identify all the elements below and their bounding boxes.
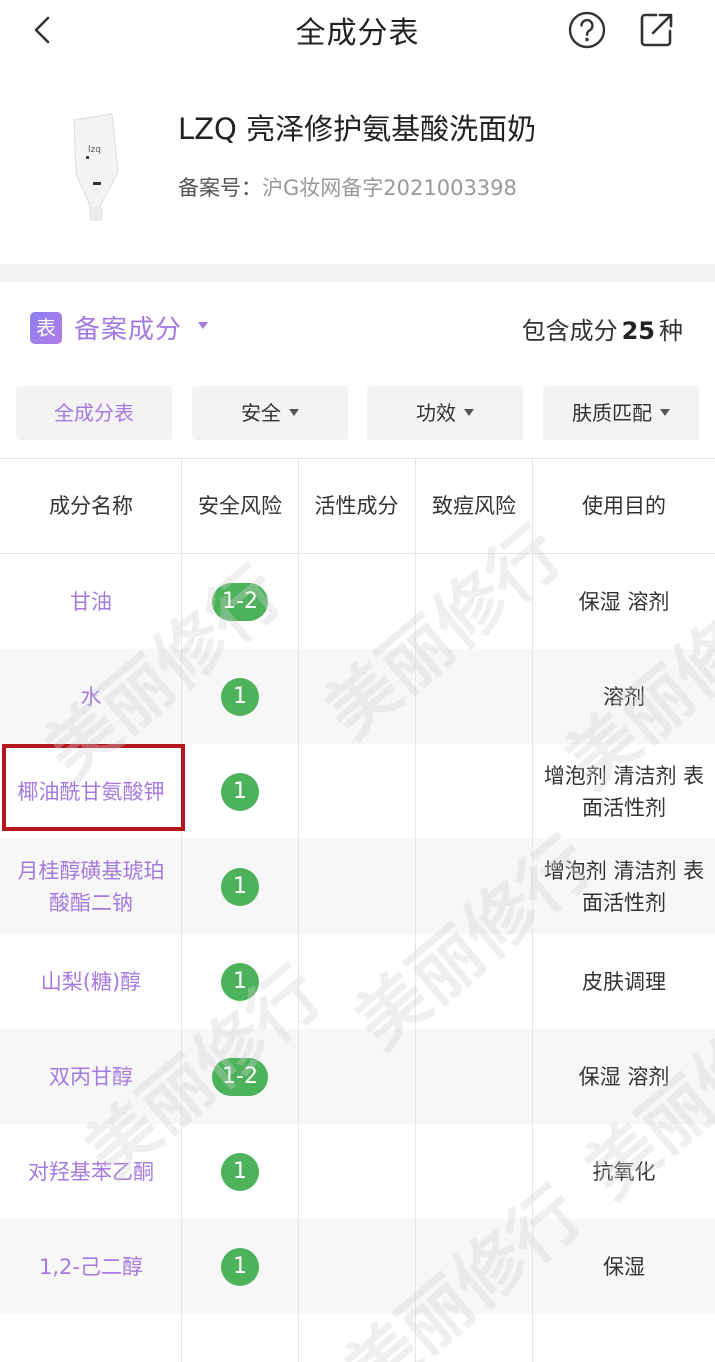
tab-label: 全成分表 — [54, 401, 134, 425]
ingredient-name[interactable]: 1,2-己二醇 — [0, 1219, 182, 1314]
safety-badge: 1-2 — [212, 582, 268, 621]
table-row: 甘油 1-2 保湿 溶剂 — [0, 554, 715, 649]
ingredient-purpose: 增泡剂 清洁剂 表面活性剂 — [543, 858, 705, 915]
header-purpose: 使用目的 — [582, 494, 666, 518]
table-row: 双丙甘醇 1-2 保湿 溶剂 — [0, 1029, 715, 1124]
safety-badge: 1 — [221, 772, 259, 811]
nav-bar: 全成分表 — [0, 0, 715, 60]
column-divider — [532, 458, 533, 1362]
chevron-down-icon — [464, 409, 474, 416]
registration-value: 沪G妆网备字2021003398 — [262, 176, 517, 200]
column-divider — [181, 458, 182, 1362]
safety-badge: 1-2 — [212, 1057, 268, 1096]
tab-safety[interactable]: 安全 — [192, 386, 348, 440]
ingredient-name[interactable]: 双丙甘醇 — [0, 1029, 182, 1124]
ingredient-name[interactable]: 山梨(糖)醇 — [0, 934, 182, 1029]
page-title: 全成分表 — [295, 16, 420, 51]
table-badge-icon: 表 — [30, 312, 62, 344]
ingredient-source-dropdown[interactable]: 备案成分 — [74, 309, 182, 346]
chevron-down-icon — [660, 409, 670, 416]
count-suffix: 种 — [659, 317, 683, 345]
ingredient-name[interactable]: 对羟基苯乙酮 — [0, 1124, 182, 1219]
table-row: 对羟基苯乙酮 1 抗氧化 — [0, 1124, 715, 1219]
ingredient-name[interactable]: 水 — [0, 649, 182, 744]
help-icon[interactable] — [567, 10, 607, 50]
tab-label: 功效 — [416, 401, 456, 425]
product-tube-label: lzq — [88, 145, 101, 155]
header-acne-risk: 致痘风险 — [432, 494, 516, 518]
filter-tabs: 全成分表 安全 功效 肤质匹配 — [16, 386, 700, 442]
ingredient-count: 包含成分 25 种 — [522, 311, 683, 346]
dropdown-caret-icon[interactable] — [198, 322, 208, 329]
tab-skin-type[interactable]: 肤质匹配 — [543, 386, 699, 440]
safety-badge: 1 — [221, 677, 259, 716]
registration-number: 备案号：沪G妆网备字2021003398 — [178, 172, 517, 202]
ingredient-name[interactable]: 甘油 — [0, 554, 182, 649]
ingredient-table: 成分名称 安全风险 活性成分 致痘风险 使用目的 甘油 1-2 保湿 溶剂 水 … — [0, 458, 715, 1362]
tab-efficacy[interactable]: 功效 — [367, 386, 523, 440]
safety-badge: 1 — [221, 1152, 259, 1191]
column-divider — [415, 458, 416, 1362]
table-row: 水 1 溶剂 — [0, 649, 715, 744]
ingredient-name[interactable]: 月桂醇磺基琥珀酸酯二钠 — [0, 839, 182, 934]
header-safety-risk: 安全风险 — [198, 494, 282, 518]
tab-label: 肤质匹配 — [572, 401, 652, 425]
header-ingredient-name: 成分名称 — [49, 494, 133, 518]
ingredient-purpose: 皮肤调理 — [582, 969, 666, 994]
ingredient-purpose: 溶剂 — [603, 684, 645, 709]
table-row: 1,2-己二醇 1 保湿 — [0, 1219, 715, 1314]
section-divider — [0, 264, 715, 282]
column-divider — [298, 458, 299, 1362]
registration-label: 备案号： — [178, 176, 262, 200]
chevron-down-icon — [289, 409, 299, 416]
safety-badge: 1 — [221, 867, 259, 906]
share-icon[interactable] — [636, 8, 676, 50]
ingredient-purpose: 保湿 — [603, 1254, 645, 1279]
table-row: 山梨(糖)醇 1 皮肤调理 — [0, 934, 715, 1029]
product-image: lzq — [73, 113, 119, 221]
header-active-ingredient: 活性成分 — [314, 494, 399, 518]
table-row: 月桂醇磺基琥珀酸酯二钠 1 增泡剂 清洁剂 表面活性剂 — [0, 839, 715, 934]
product-header: lzq LZQ 亮泽修护氨基酸洗面奶 备案号：沪G妆网备字2021003398 — [0, 62, 715, 262]
tab-full-list[interactable]: 全成分表 — [16, 386, 172, 440]
product-name: LZQ 亮泽修护氨基酸洗面奶 — [178, 112, 537, 146]
ingredient-purpose: 保湿 溶剂 — [578, 589, 670, 614]
count-prefix: 包含成分 — [521, 317, 618, 345]
tab-label: 安全 — [241, 401, 281, 425]
safety-badge: 1 — [221, 962, 259, 1001]
safety-badge: 1 — [221, 1247, 259, 1286]
ingredient-purpose: 抗氧化 — [592, 1159, 656, 1184]
ingredient-purpose: 增泡剂 清洁剂 表面活性剂 — [543, 763, 705, 820]
ingredient-purpose: 保湿 溶剂 — [578, 1064, 670, 1089]
count-value: 25 — [621, 317, 655, 345]
highlight-box — [2, 744, 185, 831]
